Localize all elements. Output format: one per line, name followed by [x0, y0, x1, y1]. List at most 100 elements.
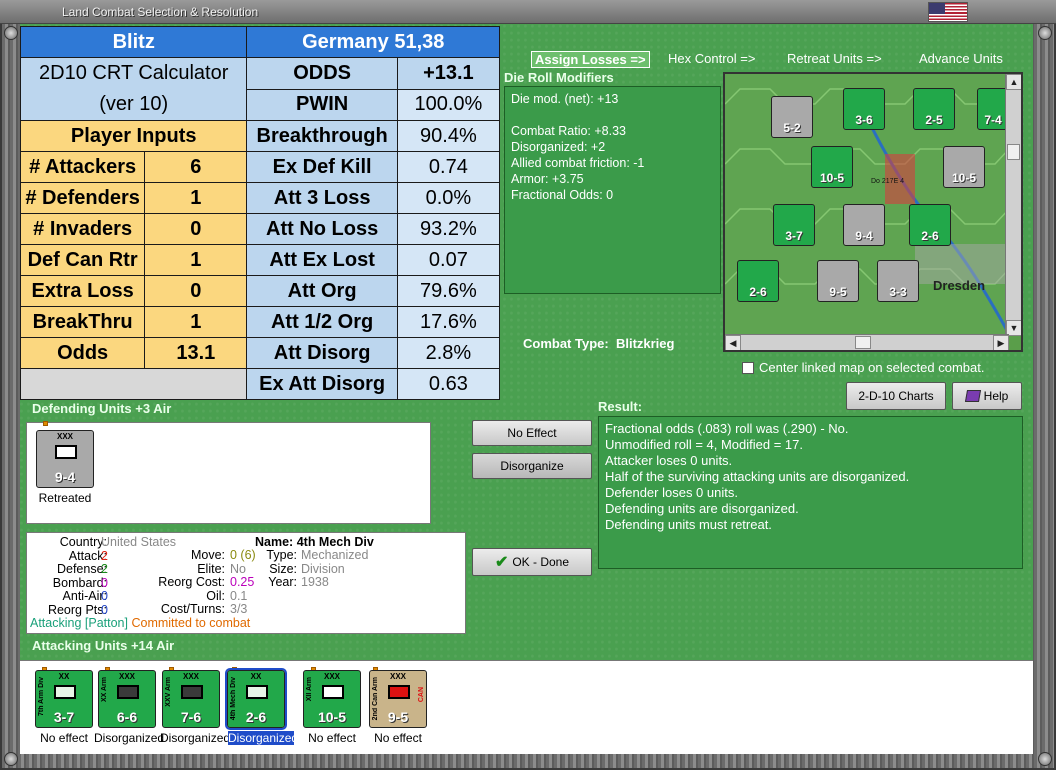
- checkmark-icon: ✔: [494, 554, 509, 571]
- die-roll-line: [511, 107, 714, 123]
- player-inputs-header: Player Inputs: [19, 120, 248, 152]
- die-roll-line: Combat Ratio: +8.33: [511, 124, 626, 138]
- unit-status-caption: No effect: [308, 731, 356, 745]
- center-linked-option[interactable]: Center linked map on selected combat.: [742, 360, 984, 375]
- type-label: Type:: [266, 548, 297, 562]
- map-vertical-scrollbar[interactable]: ▲ ▼: [1005, 74, 1021, 336]
- can-label: CAN: [418, 687, 425, 703]
- result-value: 2.8%: [396, 337, 501, 369]
- linked-map[interactable]: Dresden 5-2 3-6 2-5 7-4 10-5 10-5 3-7 9-…: [723, 72, 1023, 352]
- retreat-units-link[interactable]: Retreat Units =>: [787, 51, 882, 66]
- map-unit-counter[interactable]: 3-6: [843, 88, 885, 130]
- result-label: Att 1/2 Org: [246, 306, 398, 338]
- result-label: ODDS: [246, 57, 398, 90]
- map-unit-counter[interactable]: 3-7: [773, 204, 815, 246]
- disorganize-label: Disorganize: [500, 459, 564, 473]
- attacking-unit-counter[interactable]: XX Arm XXX 6-6: [98, 670, 156, 728]
- calc-calculator-line1: 2D10 CRT Calculator: [39, 62, 229, 84]
- map-unit-counter[interactable]: 5-2: [771, 96, 813, 138]
- result-value: 100.0%: [396, 88, 501, 121]
- type-value: Mechanized: [301, 548, 369, 562]
- map-unit-counter[interactable]: 10-5: [811, 146, 853, 188]
- die-roll-modifiers-box: Die mod. (net): +13 Combat Ratio: +8.33 …: [504, 86, 721, 294]
- charts-button-label: 2-D-10 Charts: [858, 389, 934, 403]
- bolt-icon: [1038, 752, 1052, 766]
- bolt-icon: [1038, 26, 1052, 40]
- input-label: BreakThru: [19, 306, 146, 338]
- attacking-unit-counter[interactable]: XXV Arm XXX 7-6: [162, 670, 220, 728]
- attacking-unit-counter-selected[interactable]: 4th Mech Div XX 2-6: [225, 668, 287, 730]
- map-unit-counter[interactable]: 2-5: [913, 88, 955, 130]
- costturns-label: Cost/Turns:: [160, 602, 225, 616]
- charts-button[interactable]: 2-D-10 Charts: [846, 382, 946, 410]
- defense-label: Defense:: [56, 562, 107, 576]
- input-label: Def Can Rtr: [19, 244, 146, 276]
- scroll-right-icon[interactable]: ▶: [993, 335, 1009, 350]
- result-line: Half of the surviving attacking units ar…: [605, 469, 910, 484]
- calc-calculator-line2: (ver 10): [99, 93, 169, 115]
- help-button-label: Help: [983, 389, 1009, 403]
- map-horizontal-scrollbar[interactable]: ◀ ▶: [725, 334, 1009, 350]
- attacking-units-panel: 7th Arm Div XX 3-7 No effect XX Arm XXX …: [20, 660, 1033, 754]
- calc-empty-cell: [19, 368, 248, 400]
- costturns-value: 3/3: [230, 602, 248, 616]
- input-label: Extra Loss: [19, 275, 146, 307]
- map-unit-counter[interactable]: 3-3: [877, 260, 919, 302]
- input-value: 1: [144, 182, 248, 214]
- unit-status-caption: Disorganized: [94, 731, 165, 745]
- center-linked-checkbox[interactable]: [742, 361, 754, 374]
- result-value: 17.6%: [396, 306, 501, 338]
- scroll-thumb[interactable]: [1007, 144, 1020, 160]
- disorganize-button[interactable]: Disorganize: [472, 453, 592, 479]
- defending-unit-counter[interactable]: XXX 9-4: [36, 430, 94, 488]
- calc-location: Germany 51,38: [246, 26, 500, 58]
- map-city-label: Dresden: [933, 278, 986, 293]
- window-title: Land Combat Selection & Resolution: [62, 5, 259, 19]
- unit-info-panel: Country: Attack: Defense: Bombard: Anti-…: [26, 532, 466, 634]
- map-unit-counter[interactable]: 2-6: [909, 204, 951, 246]
- result-label: Ex Att Disorg: [246, 368, 398, 400]
- calc-title: Blitz: [19, 26, 248, 58]
- year-label: Year:: [268, 575, 297, 589]
- elite-value: No: [230, 561, 246, 576]
- main-panel: Blitz Germany 51,38 2D10 CRT Calculator …: [19, 24, 1033, 754]
- result-value: 90.4%: [396, 120, 501, 152]
- ok-done-label: OK - Done: [512, 555, 570, 569]
- scroll-up-icon[interactable]: ▲: [1006, 74, 1021, 90]
- attacking-unit-counter[interactable]: 7th Arm Div XX 3-7: [35, 670, 93, 728]
- help-button[interactable]: Help: [952, 382, 1022, 410]
- ok-done-button[interactable]: ✔ OK - Done: [472, 548, 592, 576]
- result-label: Breakthrough: [246, 120, 398, 152]
- unit-info-values-col2: 0 (6) No 0.25 0.1 3/3: [230, 548, 256, 617]
- attacking-unit-counter[interactable]: 2nd Can Arm XXX CAN 9-5: [369, 670, 427, 728]
- oil-value: 0.1: [230, 588, 248, 603]
- country-value: United States: [101, 535, 177, 549]
- oil-label: Oil:: [206, 588, 225, 603]
- year-value: 1938: [301, 575, 329, 589]
- attack-label: Attack:: [68, 548, 107, 563]
- assign-losses-link[interactable]: Assign Losses =>: [531, 51, 650, 68]
- armor-symbol-icon: [117, 685, 139, 699]
- bombard-label: Bombard:: [52, 575, 107, 590]
- die-roll-line: Fractional Odds: 0: [511, 188, 614, 202]
- map-unit-counter[interactable]: 2-6: [737, 260, 779, 302]
- map-unit-counter[interactable]: 9-5: [817, 260, 859, 302]
- map-unit-counter[interactable]: 9-4: [843, 204, 885, 246]
- input-value: 0: [144, 213, 248, 245]
- advance-units-link[interactable]: Advance Units: [919, 51, 1003, 66]
- name-label: Name:: [255, 535, 294, 549]
- map-unit-counter[interactable]: 10-5: [943, 146, 985, 188]
- defending-units-panel: XXX 9-4 Retreated: [26, 421, 431, 524]
- result-box: Fractional odds (.083) roll was (.290) -…: [598, 416, 1023, 569]
- die-roll-line: Armor: +3.75: [511, 172, 584, 186]
- unit-status-caption: Retreated: [38, 491, 92, 505]
- status-committed: Committed to combat: [131, 616, 251, 630]
- attacking-unit-counter[interactable]: XII Arm XXX 10-5: [303, 670, 361, 728]
- bolt-icon: [4, 752, 18, 766]
- result-header: Result:: [598, 399, 643, 414]
- scroll-thumb[interactable]: [855, 336, 871, 349]
- no-effect-button[interactable]: No Effect: [472, 420, 592, 446]
- hex-control-link[interactable]: Hex Control =>: [668, 51, 755, 66]
- scroll-left-icon[interactable]: ◀: [725, 335, 741, 350]
- result-line: Unmodified roll = 4, Modified = 17.: [605, 437, 803, 452]
